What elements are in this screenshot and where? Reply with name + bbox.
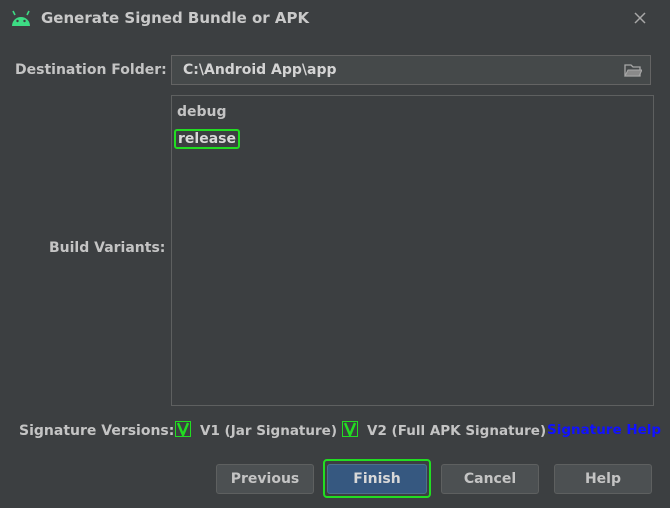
signature-help-link[interactable]: Signature Help [547,422,661,438]
v2-checkbox-label[interactable]: V2 (Full APK Signature) [367,423,546,439]
help-button[interactable]: Help [554,464,652,494]
variant-release[interactable]: release [174,129,240,149]
generate-signed-apk-dialog: Generate Signed Bundle or APK Destinatio… [0,0,670,508]
dialog-title: Generate Signed Bundle or APK [41,9,310,27]
title-bar: Generate Signed Bundle or APK [0,0,670,38]
v1-checkbox[interactable] [175,421,191,437]
close-icon[interactable] [630,8,650,28]
destination-folder-label: Destination Folder: [15,62,167,78]
signature-versions-label: Signature Versions: [19,423,175,439]
build-variants-label: Build Variants: [49,240,166,256]
v1-checkbox-label[interactable]: V1 (Jar Signature) [200,423,337,439]
folder-icon[interactable] [624,62,642,78]
cancel-button[interactable]: Cancel [441,464,539,494]
finish-button[interactable]: Finish [327,464,427,494]
destination-folder-input[interactable] [172,56,612,84]
v2-checkbox[interactable] [342,421,358,437]
destination-folder-field[interactable] [171,55,651,85]
variant-debug[interactable]: debug [174,102,230,122]
android-icon [12,10,30,26]
build-variants-list[interactable]: debug release [171,95,654,406]
previous-button[interactable]: Previous [216,464,314,494]
